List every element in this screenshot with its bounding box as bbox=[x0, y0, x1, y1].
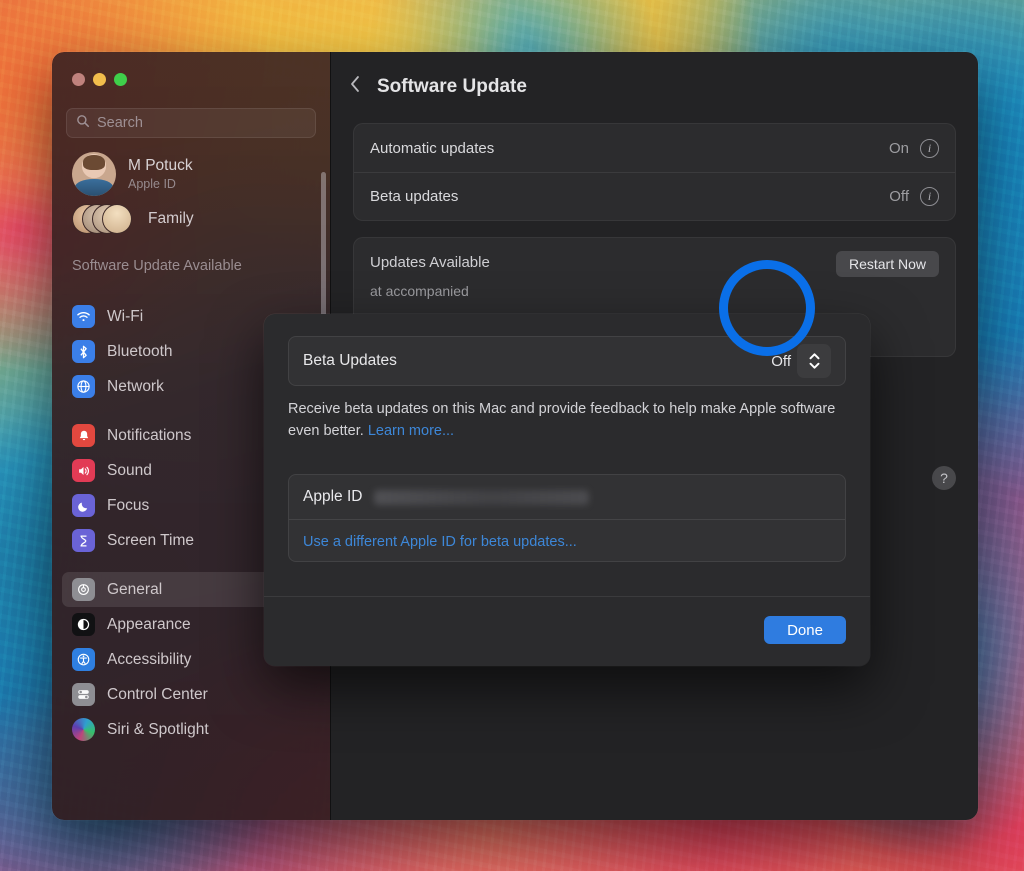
siri-icon bbox=[72, 718, 95, 741]
sidebar-item-siri-and-spotlight[interactable]: Siri & Spotlight bbox=[62, 712, 320, 747]
restart-now-button[interactable]: Restart Now bbox=[836, 251, 939, 277]
apple-id-label: Apple ID bbox=[303, 488, 362, 506]
bell-icon bbox=[72, 424, 95, 447]
apple-id-row: Apple ID bbox=[289, 475, 845, 519]
change-apple-id-row[interactable]: Use a different Apple ID for beta update… bbox=[289, 519, 845, 563]
done-button[interactable]: Done bbox=[764, 616, 846, 644]
beta-updates-sheet: Beta Updates Off Receive beta updates on… bbox=[264, 314, 870, 666]
sheet-divider bbox=[264, 596, 870, 597]
updates-available-body: at accompanied bbox=[354, 271, 955, 318]
avatar bbox=[72, 152, 116, 196]
moon-icon bbox=[72, 494, 95, 517]
row-label: Beta updates bbox=[370, 188, 889, 205]
row-value: On bbox=[889, 140, 909, 157]
bluetooth-icon bbox=[72, 340, 95, 363]
apple-id-group: Apple ID Use a different Apple ID for be… bbox=[288, 474, 846, 562]
beta-updates-description: Receive beta updates on this Mac and pro… bbox=[288, 398, 846, 442]
sidebar-item-label: Focus bbox=[107, 497, 149, 515]
sidebar-item-label: Network bbox=[107, 378, 164, 396]
apple-id-value-redacted bbox=[374, 490, 589, 505]
page-title: Software Update bbox=[377, 76, 527, 98]
sidebar-item-label: Notifications bbox=[107, 427, 191, 445]
globe-icon bbox=[72, 375, 95, 398]
sidebar-item-label: Accessibility bbox=[107, 651, 191, 669]
sidebar-item-label: Appearance bbox=[107, 616, 191, 634]
sidebar-item-label: General bbox=[107, 581, 162, 599]
sidebar-item-label: Control Center bbox=[107, 686, 208, 704]
sidebar-item-control-center[interactable]: Control Center bbox=[62, 677, 320, 712]
help-button[interactable]: ? bbox=[932, 466, 956, 490]
row-label: Automatic updates bbox=[370, 140, 889, 157]
zoom-button[interactable] bbox=[114, 73, 127, 86]
detail-header: Software Update bbox=[331, 52, 978, 99]
row-automatic-updates[interactable]: Automatic updates On i bbox=[354, 124, 955, 172]
software-update-available-note: Software Update Available bbox=[52, 234, 330, 277]
account-name: M Potuck bbox=[128, 156, 193, 175]
sidebar-item-family[interactable]: Family bbox=[52, 200, 330, 234]
speaker-icon bbox=[72, 459, 95, 482]
sidebar-item-label: Bluetooth bbox=[107, 343, 173, 361]
close-button[interactable] bbox=[72, 73, 85, 86]
minimize-button[interactable] bbox=[93, 73, 106, 86]
beta-updates-label: Beta Updates bbox=[303, 352, 771, 370]
use-different-apple-id-link[interactable]: Use a different Apple ID for beta update… bbox=[303, 534, 577, 550]
search-placeholder: Search bbox=[97, 115, 143, 131]
search-input[interactable]: Search bbox=[66, 108, 316, 138]
system-settings-window: Search M Potuck Apple ID Family Software… bbox=[52, 52, 978, 820]
control-center-icon bbox=[72, 683, 95, 706]
row-value: Off bbox=[889, 188, 909, 205]
sidebar-item-label: Wi-Fi bbox=[107, 308, 143, 326]
beta-updates-row: Beta Updates Off bbox=[288, 336, 846, 386]
learn-more-link[interactable]: Learn more... bbox=[368, 423, 454, 439]
row-beta-updates[interactable]: Beta updates Off i bbox=[354, 172, 955, 220]
wifi-icon bbox=[72, 305, 95, 328]
window-controls bbox=[72, 73, 127, 86]
family-label: Family bbox=[148, 210, 194, 228]
sidebar-item-apple-id[interactable]: M Potuck Apple ID bbox=[52, 138, 330, 200]
search-icon bbox=[76, 114, 90, 133]
info-icon[interactable]: i bbox=[920, 139, 939, 158]
beta-updates-popup-button[interactable]: Off bbox=[771, 344, 831, 378]
hourglass-icon bbox=[72, 529, 95, 552]
info-icon[interactable]: i bbox=[920, 187, 939, 206]
gear-icon bbox=[72, 578, 95, 601]
chevron-up-down-icon[interactable] bbox=[797, 344, 831, 378]
update-settings-group: Automatic updates On i Beta updates Off … bbox=[353, 123, 956, 221]
chevron-left-icon[interactable] bbox=[349, 74, 361, 99]
sidebar-item-label: Sound bbox=[107, 462, 152, 480]
sidebar-item-label: Screen Time bbox=[107, 532, 194, 550]
family-avatars bbox=[72, 204, 134, 234]
beta-updates-popup-value: Off bbox=[771, 353, 791, 370]
account-subtitle: Apple ID bbox=[128, 176, 193, 192]
accessibility-icon bbox=[72, 648, 95, 671]
appearance-icon bbox=[72, 613, 95, 636]
sidebar-item-label: Siri & Spotlight bbox=[107, 721, 209, 739]
